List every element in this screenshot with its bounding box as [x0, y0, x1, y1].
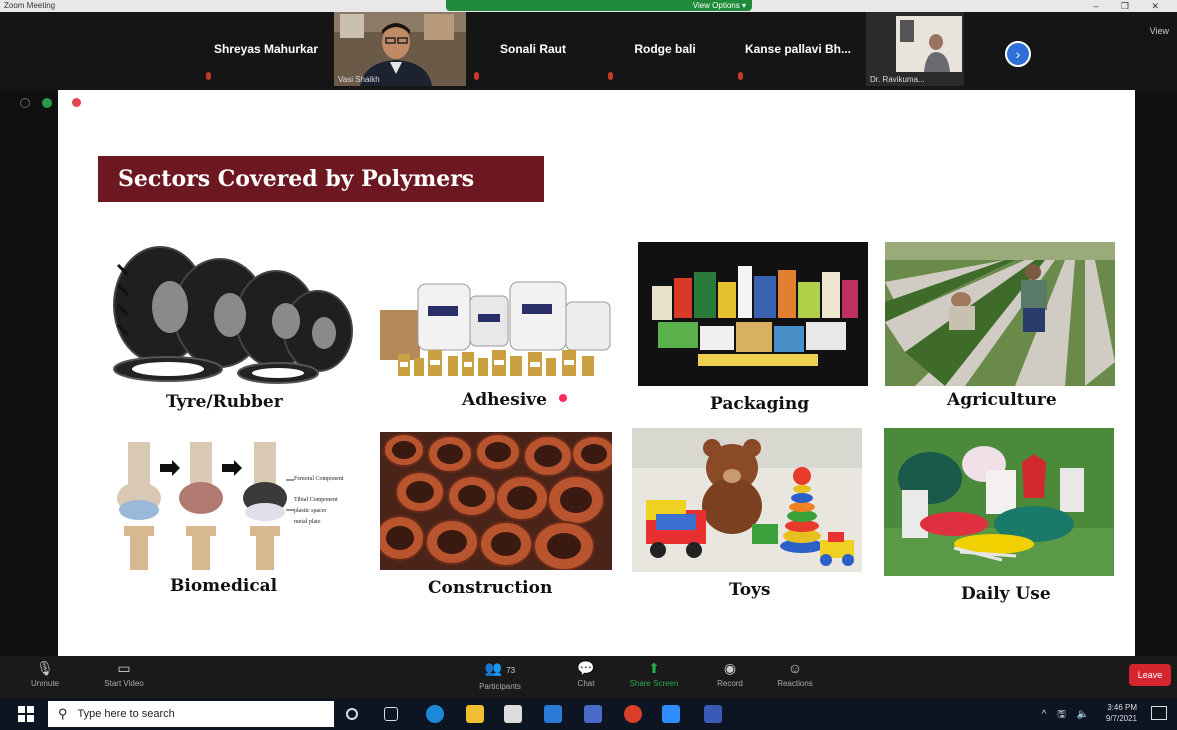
reactions-button[interactable]: ☺ Reactions — [766, 660, 824, 688]
clock-time: 3:46 PM — [1107, 703, 1137, 712]
sector-label: Biomedical — [170, 576, 278, 596]
sector-label: Construction — [428, 578, 553, 598]
participant-tile[interactable]: Sonali Raut — [466, 12, 600, 86]
note-text: Tibial Component — [294, 497, 338, 503]
note-text: plastic spacer — [294, 508, 327, 514]
search-placeholder: Type here to search — [77, 708, 175, 720]
screen-share-left-edge — [0, 90, 58, 656]
participant-name: Shreyas Mahurkar — [213, 42, 319, 56]
participant-video-tile[interactable]: Vasi Shaikh — [334, 12, 466, 86]
participant-tile[interactable]: Shreyas Mahurkar — [198, 12, 334, 86]
chat-button[interactable]: 💬 Chat — [566, 660, 606, 688]
next-participants-button[interactable]: › — [1005, 41, 1031, 67]
leave-button[interactable]: Leave — [1129, 664, 1171, 686]
video-off-icon: ▭ — [117, 660, 131, 676]
shared-slide: Sectors Covered by Polymers Tyre/Rubber — [58, 90, 1135, 656]
participants-strip: Shreyas Mahurkar Vasi Shaikh Sonali Raut… — [0, 12, 1177, 90]
notification-icon[interactable] — [1151, 706, 1167, 720]
chevron-right-icon: › — [1015, 46, 1021, 62]
unmute-label: Unmute — [30, 679, 59, 688]
sector-label: Packaging — [710, 394, 810, 414]
participants-count: 73 — [506, 666, 516, 675]
meeting-controls-bar: 🎙 Unmute ▭ Start Video 👥 73 Participants… — [0, 656, 1177, 698]
participant-name: Vasi Shaikh — [338, 75, 380, 84]
share-screen-button[interactable]: ⬆ Share Screen — [622, 660, 686, 688]
record-button[interactable]: ◉ Record — [706, 660, 754, 688]
taskbar-search-box[interactable]: ⚲ Type here to search — [48, 701, 334, 727]
muted-mic-icon — [738, 72, 743, 80]
packaging-image — [638, 242, 868, 386]
construction-image — [380, 432, 612, 570]
windows-taskbar: ⚲ Type here to search ^ 🖫 🔈 3:46 PM 9/7/… — [0, 698, 1177, 730]
search-icon: ⚲ — [58, 706, 68, 721]
chat-label: Chat — [577, 679, 595, 688]
reactions-label: Reactions — [777, 679, 813, 688]
outlook-icon[interactable] — [704, 705, 722, 723]
participant-tile[interactable]: Kanse pallavi Bh... — [730, 12, 866, 86]
participant-name: Kanse pallavi Bh... — [744, 42, 852, 56]
agriculture-image — [885, 242, 1115, 386]
share-status-icon — [42, 98, 52, 108]
reactions-icon: ☺ — [787, 660, 803, 676]
task-view-icon[interactable] — [384, 707, 398, 721]
clock-date: 9/7/2021 — [1105, 714, 1137, 723]
muted-mic-icon — [474, 72, 479, 80]
participant-tile[interactable]: Rodge bali — [600, 12, 730, 86]
taskbar-clock[interactable]: 3:46 PM 9/7/2021 — [1106, 702, 1137, 724]
muted-mic-icon — [206, 72, 211, 80]
chat-icon: 💬 — [577, 660, 595, 676]
record-label: Record — [717, 679, 743, 688]
sector-label: Adhesive — [462, 390, 547, 410]
cortana-icon[interactable] — [346, 708, 358, 720]
participants-icon: 👥 73 — [484, 660, 516, 676]
slide-title: Sectors Covered by Polymers — [118, 166, 475, 192]
participants-label: Participants — [479, 682, 521, 691]
sector-label: Tyre/Rubber — [166, 392, 283, 412]
file-explorer-icon[interactable] — [466, 705, 484, 723]
sector-label: Agriculture — [947, 390, 1057, 410]
share-screen-label: Share Screen — [629, 679, 679, 688]
view-options-button[interactable]: View Options ▾ — [446, 0, 752, 11]
view-button[interactable]: View — [1150, 26, 1169, 36]
participants-button[interactable]: 👥 73 Participants — [466, 660, 534, 691]
windows-start-icon[interactable] — [18, 706, 34, 722]
zoom-title-bar: Zoom Meeting View Options ▾ – ❐ ✕ — [0, 0, 1177, 12]
daily-use-image — [884, 428, 1114, 576]
note-text: metal plate — [294, 519, 321, 525]
record-icon: ◉ — [723, 660, 737, 676]
participant-video-tile[interactable]: Dr. Ravikuma... — [866, 12, 964, 86]
mail-icon[interactable] — [544, 705, 562, 723]
window-controls[interactable]: – ❐ ✕ — [1093, 0, 1169, 12]
system-tray-icons[interactable]: ^ 🖫 🔈 — [1042, 707, 1093, 724]
sector-label: Daily Use — [961, 584, 1051, 604]
unmute-button[interactable]: 🎙 Unmute — [22, 660, 68, 688]
start-video-label: Start Video — [104, 679, 144, 688]
mic-muted-icon: 🎙 — [36, 660, 54, 676]
zoom-icon[interactable] — [662, 705, 680, 723]
participant-name: Dr. Ravikuma... — [870, 75, 925, 84]
chrome-icon[interactable] — [624, 705, 642, 723]
start-video-button[interactable]: ▭ Start Video — [92, 660, 156, 688]
tyre-image — [113, 246, 353, 384]
sector-label: Toys — [729, 580, 771, 600]
toys-image — [632, 428, 862, 572]
teams-icon[interactable] — [584, 705, 602, 723]
note-text: Femoral Component — [294, 476, 344, 482]
biomedical-notes: Femoral Component Tibial Component plast… — [294, 474, 364, 528]
app-title: Zoom Meeting — [4, 1, 56, 10]
muted-mic-icon — [608, 72, 613, 80]
edge-icon[interactable] — [426, 705, 444, 723]
share-screen-icon: ⬆ — [648, 660, 660, 676]
circle-icon — [20, 98, 30, 108]
participant-name: Rodge bali — [634, 42, 696, 56]
adhesive-image — [380, 281, 611, 376]
store-icon[interactable] — [504, 705, 522, 723]
recording-dot-icon — [72, 98, 81, 107]
view-options-label: View Options ▾ — [692, 1, 746, 10]
slide-title-box: Sectors Covered by Polymers — [98, 156, 544, 202]
laser-pointer-icon — [559, 394, 567, 402]
participant-name: Sonali Raut — [499, 42, 566, 56]
